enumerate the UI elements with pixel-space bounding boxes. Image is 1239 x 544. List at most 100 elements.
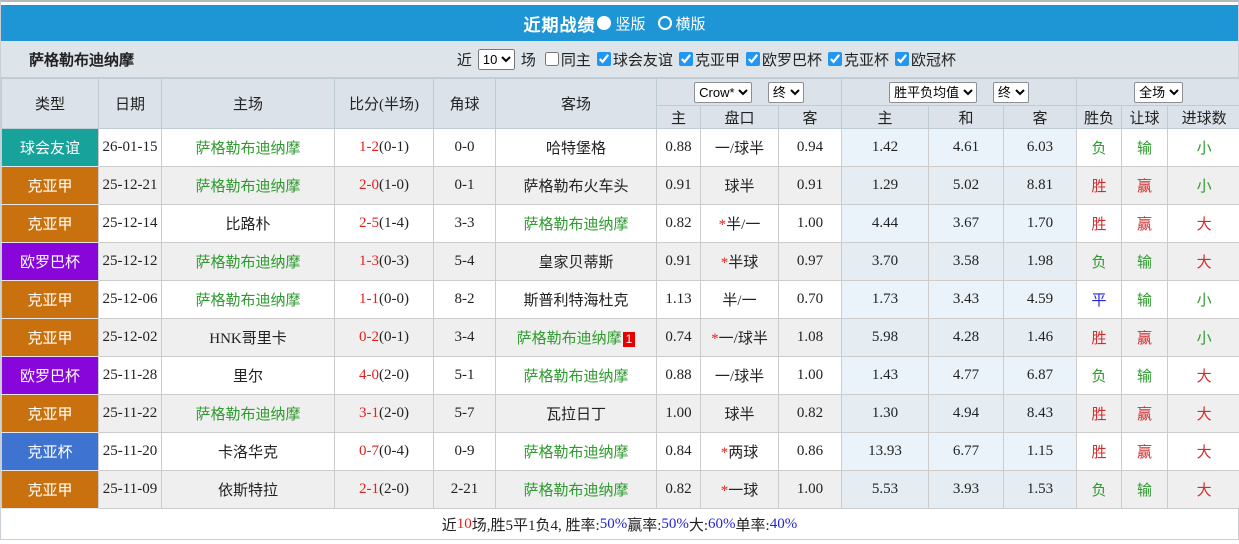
title-bar: 近期战绩 竖版 横版 xyxy=(1,5,1238,41)
avg-type-select[interactable]: 胜平负均值 xyxy=(889,81,978,103)
avg-lose-odds: 4.59 xyxy=(1003,280,1078,319)
vertical-layout-label[interactable]: 竖版 xyxy=(615,13,645,34)
handicap-line: 一/球半 xyxy=(700,356,779,395)
subheader-handicap-home: 主 xyxy=(656,105,701,129)
avg-lose-odds: 1.15 xyxy=(1003,432,1078,471)
match-table-body: 球会友谊 26-01-15 萨格勒布迪纳摩 1-2(0-1) 0-0 哈特堡格 0.88 一/… xyxy=(1,128,1239,509)
avg-win-odds: 1.73 xyxy=(841,280,930,319)
filter-checkbox-label: 克亚杯 xyxy=(843,52,889,69)
subheader-goals: 进球数 xyxy=(1167,105,1239,129)
subheader-avg-lose: 客 xyxy=(1003,105,1078,129)
avg-win-odds: 4.44 xyxy=(841,204,930,243)
avg-draw-odds: 4.77 xyxy=(928,356,1005,395)
corner-score: 0-9 xyxy=(433,432,496,471)
summary-segment: 单率: xyxy=(735,517,770,534)
filter-checkbox-league-2[interactable]: 克亚甲 xyxy=(673,49,740,70)
recent-label: 近 xyxy=(456,52,472,69)
match-score: 0-2(0-1) xyxy=(334,318,434,357)
handicap-home-odds: 0.88 xyxy=(656,356,701,395)
avg-lose-odds: 1.53 xyxy=(1003,470,1078,509)
handicap-stage-select[interactable]: 终 xyxy=(767,81,804,103)
scope-select[interactable]: 全场 xyxy=(1134,81,1184,103)
match-date: 25-11-28 xyxy=(98,356,162,395)
match-date: 25-12-12 xyxy=(98,242,162,281)
subheader-avg-win: 主 xyxy=(841,105,930,129)
recent-count-select[interactable]: 10 xyxy=(477,48,515,70)
filter-checkbox-label: 克亚甲 xyxy=(694,52,740,69)
checkbox-icon[interactable] xyxy=(678,52,693,66)
result-verdict: 胜 xyxy=(1076,432,1123,471)
home-team: 萨格勒布迪纳摩 xyxy=(161,394,335,433)
spread-verdict: 赢 xyxy=(1121,394,1169,433)
filter-checkbox-league-5[interactable]: 欧冠杯 xyxy=(889,49,956,70)
corner-score: 5-4 xyxy=(433,242,496,281)
filter-checkbox-league-1[interactable]: 球会友谊 xyxy=(591,49,673,70)
home-team: 萨格勒布迪纳摩 xyxy=(161,242,335,281)
checkbox-icon[interactable] xyxy=(827,52,842,66)
home-team: 依斯特拉 xyxy=(161,470,335,509)
avg-draw-odds: 5.02 xyxy=(928,166,1005,205)
summary-segment: 赢率: xyxy=(627,517,662,534)
match-score: 2-1(2-0) xyxy=(334,470,434,509)
recent-results-panel: 近期战绩 竖版 横版 萨格勒布迪纳摩 近 10 场 同主 球会友谊 克亚甲 欧罗巴杯克… xyxy=(0,0,1239,540)
horizontal-layout-radio[interactable] xyxy=(657,16,672,30)
col-header-home: 主场 xyxy=(161,78,335,129)
goals-verdict: 大 xyxy=(1167,242,1239,281)
handicap-away-odds: 1.08 xyxy=(777,318,843,357)
checkbox-icon[interactable] xyxy=(745,52,760,66)
filter-checkbox-same-home[interactable]: 同主 xyxy=(539,49,591,70)
spread-verdict: 输 xyxy=(1121,356,1169,395)
avg-odds-group-header: 胜平负均值 终 xyxy=(841,78,1078,106)
match-date: 25-11-09 xyxy=(98,470,162,509)
vertical-layout-radio[interactable] xyxy=(597,16,612,30)
bookmaker-select[interactable]: Crow* xyxy=(694,81,753,103)
panel-title: 近期战绩 xyxy=(523,15,596,35)
avg-stage-select[interactable]: 终 xyxy=(992,81,1029,103)
handicap-home-odds: 0.91 xyxy=(656,242,701,281)
handicap-line: *半球 xyxy=(700,242,779,281)
subheader-result: 胜负 xyxy=(1076,105,1123,129)
result-verdict: 平 xyxy=(1076,280,1123,319)
summary-segment: 大: xyxy=(688,517,709,534)
checkbox-icon[interactable] xyxy=(544,52,559,66)
checkbox-icon[interactable] xyxy=(596,52,611,66)
match-score: 2-5(1-4) xyxy=(334,204,434,243)
avg-draw-odds: 6.77 xyxy=(928,432,1005,471)
summary-segment: 50% xyxy=(599,515,628,532)
away-team: 萨格勒布迪纳摩 xyxy=(495,356,657,395)
avg-lose-odds: 6.03 xyxy=(1003,128,1078,167)
spread-verdict: 输 xyxy=(1121,242,1169,281)
filter-checkbox-league-3[interactable]: 欧罗巴杯 xyxy=(740,49,822,70)
corner-score: 5-7 xyxy=(433,394,496,433)
table-row: 球会友谊 26-01-15 萨格勒布迪纳摩 1-2(0-1) 0-0 哈特堡格 0.88 一/… xyxy=(1,128,1239,167)
result-verdict: 胜 xyxy=(1076,318,1123,357)
checkbox-icon[interactable] xyxy=(894,52,909,66)
subheader-handicap-line: 盘口 xyxy=(700,105,779,129)
handicap-away-odds: 0.94 xyxy=(777,128,843,167)
match-date: 25-12-21 xyxy=(98,166,162,205)
subheader-avg-draw: 和 xyxy=(928,105,1005,129)
spread-verdict: 输 xyxy=(1121,280,1169,319)
table-row: 克亚甲 25-11-22 萨格勒布迪纳摩 3-1(2-0) 5-7 瓦拉日丁 1.00 球半 0… xyxy=(1,394,1239,433)
summary-segment: 近 xyxy=(441,517,457,534)
handicap-home-odds: 0.82 xyxy=(656,204,701,243)
col-header-date: 日期 xyxy=(98,78,162,129)
handicap-home-odds: 1.00 xyxy=(656,394,701,433)
handicap-away-odds: 1.00 xyxy=(777,470,843,509)
home-team: 里尔 xyxy=(161,356,335,395)
goals-verdict: 小 xyxy=(1167,318,1239,357)
avg-win-odds: 3.70 xyxy=(841,242,930,281)
filter-checkbox-label: 球会友谊 xyxy=(612,52,673,69)
corner-score: 3-3 xyxy=(433,204,496,243)
filter-checkbox-label: 欧罗巴杯 xyxy=(761,52,822,69)
handicap-home-odds: 1.13 xyxy=(656,280,701,319)
goals-verdict: 大 xyxy=(1167,470,1239,509)
horizontal-layout-label[interactable]: 横版 xyxy=(676,13,706,34)
home-team: 萨格勒布迪纳摩 xyxy=(161,166,335,205)
filter-checkbox-league-4[interactable]: 克亚杯 xyxy=(822,49,889,70)
handicap-line: 球半 xyxy=(700,166,779,205)
match-table: 类型 日期 主场 比分(半场) 角球 客场 Crow* 终 胜平负均值 终 全场 xyxy=(1,78,1239,509)
avg-win-odds: 1.42 xyxy=(841,128,930,167)
summary-segment: 60% xyxy=(708,515,736,532)
goals-verdict: 小 xyxy=(1167,166,1239,205)
